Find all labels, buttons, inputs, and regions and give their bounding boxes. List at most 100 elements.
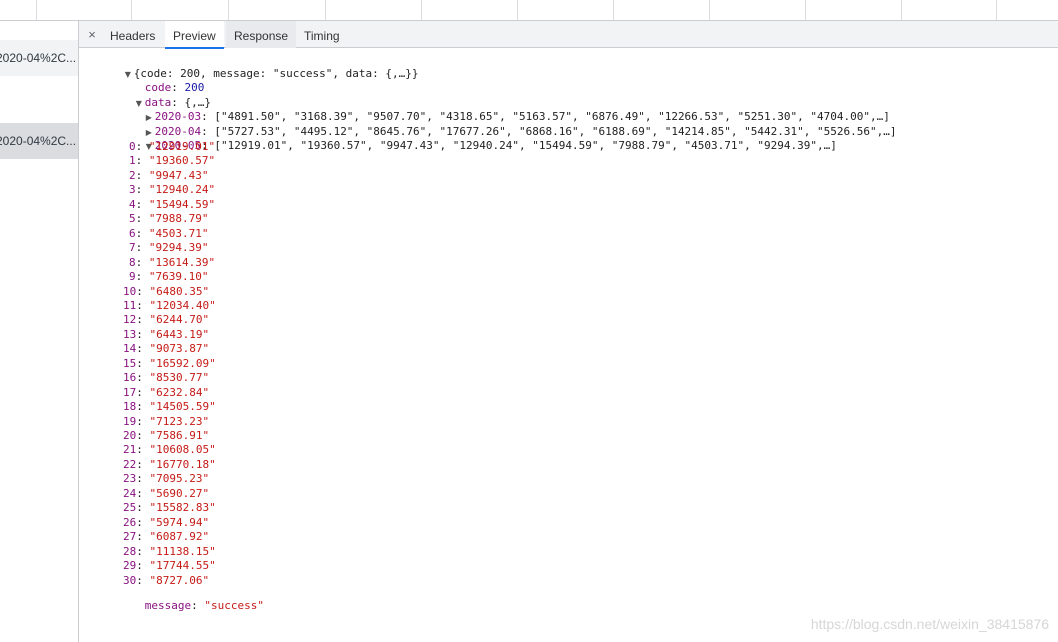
watermark: https://blog.csdn.net/weixin_38415876 xyxy=(810,616,1049,632)
array-value: 9073.87 xyxy=(156,342,203,356)
array-value: 8530.77 xyxy=(156,371,203,385)
array-item: 17: "6232.84" xyxy=(123,385,210,399)
array-value: 7988.79 xyxy=(155,212,202,226)
array-index: 12 xyxy=(123,313,137,327)
header-column[interactable] xyxy=(36,0,131,20)
array-value: 17744.55 xyxy=(156,559,210,573)
array-item: 13: "6443.19" xyxy=(123,327,210,341)
array-index: 16 xyxy=(123,371,137,385)
data-node[interactable]: ▼ data: {,…} xyxy=(96,82,211,109)
array-value: 13614.39 xyxy=(155,255,209,269)
array-value: 14505.59 xyxy=(156,400,210,414)
array-item: 29: "17744.55" xyxy=(123,559,216,573)
array-item: 19: "7123.23" xyxy=(123,414,210,428)
array-value: 7639.10 xyxy=(155,270,202,284)
array-index: 11 xyxy=(123,298,137,312)
array-item: 24: "5690.27" xyxy=(123,486,210,500)
array-item: 1: "19360.57" xyxy=(129,154,216,168)
header-column[interactable] xyxy=(996,0,1058,20)
header-column[interactable] xyxy=(613,0,709,20)
array-item: 16: "8530.77" xyxy=(123,371,210,385)
devtools-network-panel: 2020-04%2C... 2020-04%2C... × Headers Pr… xyxy=(0,0,1058,642)
request-row-selected[interactable]: 2020-04%2C... xyxy=(0,123,78,159)
array-item: 8: "13614.39" xyxy=(129,255,216,269)
root-node[interactable]: ▼ {code: 200, message: "success", data: {… xyxy=(85,53,419,80)
array-item: 4: "15494.59" xyxy=(129,197,216,211)
month-node[interactable]: ▶ 2020-03: ["4891.50", "3168.39", "9507.7… xyxy=(106,96,890,123)
array-item: 12: "6244.70" xyxy=(123,313,210,327)
array-value: 15494.59 xyxy=(155,197,209,211)
array-item: 25: "15582.83" xyxy=(123,501,216,515)
tab-headers[interactable]: Headers xyxy=(102,21,163,48)
array-item: 23: "7095.23" xyxy=(123,472,210,486)
month-node[interactable]: ▼ 2020-05: ["12919.01", "19360.57", "9947… xyxy=(106,125,837,152)
array-item: 7: "9294.39" xyxy=(129,241,209,255)
property-key: message xyxy=(144,599,192,612)
array-index: 13 xyxy=(123,327,137,341)
array-value: 16770.18 xyxy=(156,457,210,471)
array-index: 19 xyxy=(123,414,137,428)
array-index: 0 xyxy=(129,140,136,153)
array-index: 1 xyxy=(129,154,136,168)
array-index: 21 xyxy=(123,443,137,457)
message-property: message: "success" xyxy=(144,599,264,612)
header-column[interactable] xyxy=(325,0,421,20)
property-value: success xyxy=(210,599,258,612)
close-icon[interactable]: × xyxy=(85,21,99,48)
array-index: 24 xyxy=(123,486,137,500)
array-index: 2 xyxy=(129,168,136,182)
array-index: 3 xyxy=(129,183,136,197)
month-summary: ["12919.01", "19360.57", "9947.43", "129… xyxy=(214,139,837,152)
array-item: 26: "5974.94" xyxy=(123,515,210,529)
request-row[interactable]: 2020-04%2C... xyxy=(0,40,78,76)
array-value: 11138.15 xyxy=(156,544,210,558)
header-column[interactable] xyxy=(805,0,901,20)
array-item: 15: "16592.09" xyxy=(123,356,216,370)
array-item: 3: "12940.24" xyxy=(129,183,216,197)
header-column[interactable] xyxy=(131,0,228,20)
array-index: 25 xyxy=(123,501,137,515)
tab-response[interactable]: Response xyxy=(226,21,297,48)
tab-preview[interactable]: Preview xyxy=(165,21,224,49)
tab-timing[interactable]: Timing xyxy=(296,21,348,48)
array-index: 22 xyxy=(123,457,137,471)
array-item: 18: "14505.59" xyxy=(123,400,216,414)
array-index: 28 xyxy=(123,544,137,558)
array-index: 18 xyxy=(123,400,137,414)
array-item: 10: "6480.35" xyxy=(123,284,210,298)
array-index: 5 xyxy=(129,212,136,226)
array-index: 27 xyxy=(123,530,137,544)
array-value: 10608.05 xyxy=(156,443,210,457)
array-item: 6: "4503.71" xyxy=(129,226,209,240)
array-value: 12940.24 xyxy=(155,183,209,197)
array-item: 5: "7988.79" xyxy=(129,212,209,226)
array-index: 14 xyxy=(123,342,137,356)
array-value: 6443.19 xyxy=(156,327,203,341)
array-value: 7586.91 xyxy=(156,429,203,442)
array-index: 8 xyxy=(129,255,136,269)
header-column[interactable] xyxy=(517,0,613,20)
array-item: 9: "7639.10" xyxy=(129,270,209,284)
array-value: 16592.09 xyxy=(156,356,210,370)
header-column[interactable] xyxy=(421,0,517,20)
array-index: 15 xyxy=(123,356,137,370)
array-value: 5974.94 xyxy=(156,515,203,529)
array-index: 7 xyxy=(129,241,136,255)
request-name: 2020-04%2C... xyxy=(0,134,77,148)
header-column[interactable] xyxy=(901,0,996,20)
array-item: 28: "11138.15" xyxy=(123,544,216,558)
preview-json-tree: ▼ {code: 200, message: "success", data: {… xyxy=(79,48,1058,642)
array-value: 6244.70 xyxy=(156,313,203,327)
array-item: 21: "10608.05" xyxy=(123,443,216,457)
array-value: 4503.71 xyxy=(155,226,202,240)
array-item: 14: "9073.87" xyxy=(123,342,210,356)
month-node[interactable]: ▶ 2020-04: ["5727.53", "4495.12", "8645.7… xyxy=(106,111,897,138)
header-column[interactable] xyxy=(709,0,805,20)
array-value: 9294.39 xyxy=(155,241,202,255)
array-item: 2: "9947.43" xyxy=(129,168,209,182)
code-property: code: 200 xyxy=(144,81,205,94)
array-value: 9947.43 xyxy=(155,168,202,182)
header-column[interactable] xyxy=(228,0,325,20)
array-item: 22: "16770.18" xyxy=(123,457,216,471)
array-index: 20 xyxy=(123,429,137,442)
